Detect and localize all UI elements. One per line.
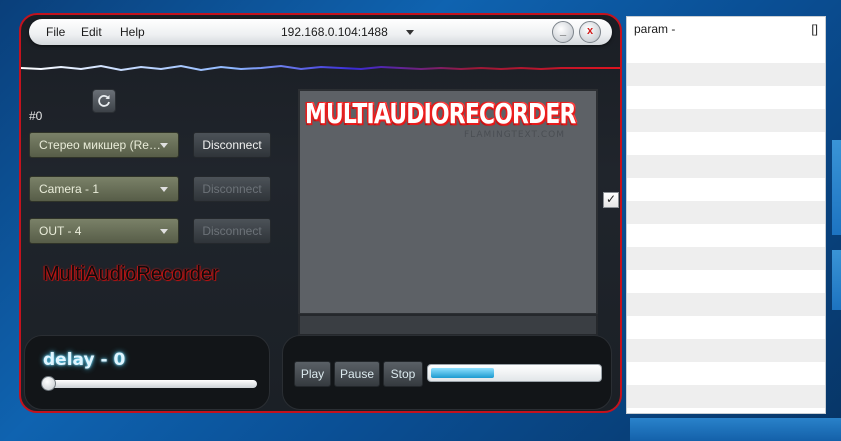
delay-slider-track[interactable] bbox=[45, 380, 257, 388]
disconnect-button[interactable]: Disconnect bbox=[193, 132, 271, 158]
app-brand-text: MultiAudioRecorder bbox=[43, 263, 219, 285]
video-preview: MULTIAUDIORECORDER FLAMINGTEXT.COM bbox=[298, 89, 598, 315]
wallpaper-pane bbox=[832, 140, 841, 235]
recording-progress-bar bbox=[427, 364, 602, 382]
refresh-button[interactable] bbox=[92, 89, 116, 113]
chevron-down-icon bbox=[160, 187, 168, 192]
progress-fill bbox=[431, 368, 494, 378]
delay-panel: delay - 0 bbox=[24, 335, 270, 410]
audio-device-value: Стерео микшер (Realtek... bbox=[39, 138, 163, 152]
disconnect-button[interactable]: Disconnect bbox=[193, 176, 271, 202]
device-index-label: #0 bbox=[29, 109, 43, 123]
delay-label: delay - 0 bbox=[43, 350, 126, 370]
param-expand-button[interactable]: [] bbox=[811, 22, 818, 36]
pause-button[interactable]: Pause bbox=[334, 361, 380, 387]
camera-value: Camera - 1 bbox=[39, 182, 100, 196]
play-button[interactable]: Play bbox=[294, 361, 331, 387]
param-title: param - bbox=[634, 22, 676, 36]
server-address-select[interactable]: 192.168.0.104:1488 bbox=[281, 25, 388, 39]
param-toggle-checkbox[interactable]: ✓ bbox=[603, 192, 619, 208]
disconnect-button[interactable]: Disconnect bbox=[193, 218, 271, 244]
refresh-icon bbox=[98, 95, 110, 107]
stop-button[interactable]: Stop bbox=[383, 361, 423, 387]
transport-panel: Play Pause Stop bbox=[282, 335, 612, 410]
menu-file[interactable]: File bbox=[46, 25, 65, 39]
video-status-strip bbox=[298, 314, 598, 336]
minimize-button[interactable]: _ bbox=[552, 21, 574, 43]
menu-bar: File Edit Help 192.168.0.104:1488 _ x bbox=[29, 19, 612, 45]
delay-slider-thumb[interactable] bbox=[41, 376, 56, 391]
menu-help[interactable]: Help bbox=[120, 25, 145, 39]
param-header: param - [] bbox=[627, 17, 825, 40]
app-logo: MULTIAUDIORECORDER bbox=[305, 97, 576, 130]
chevron-down-icon bbox=[160, 229, 168, 234]
output-value: OUT - 4 bbox=[39, 224, 82, 238]
close-button[interactable]: x bbox=[579, 21, 601, 43]
logo-watermark: FLAMINGTEXT.COM bbox=[464, 130, 565, 140]
camera-select[interactable]: Camera - 1 bbox=[29, 176, 179, 202]
wallpaper-pane bbox=[832, 250, 841, 310]
output-select[interactable]: OUT - 4 bbox=[29, 218, 179, 244]
wallpaper-pane bbox=[630, 418, 841, 441]
menu-edit[interactable]: Edit bbox=[81, 25, 102, 39]
audio-device-select[interactable]: Стерео микшер (Realtek... bbox=[29, 132, 179, 158]
waveform-divider bbox=[21, 64, 620, 72]
param-window: param - [] bbox=[626, 16, 826, 414]
chevron-down-icon bbox=[160, 143, 168, 148]
app-window: File Edit Help 192.168.0.104:1488 _ x #0… bbox=[19, 13, 622, 413]
chevron-down-icon[interactable] bbox=[406, 30, 414, 35]
